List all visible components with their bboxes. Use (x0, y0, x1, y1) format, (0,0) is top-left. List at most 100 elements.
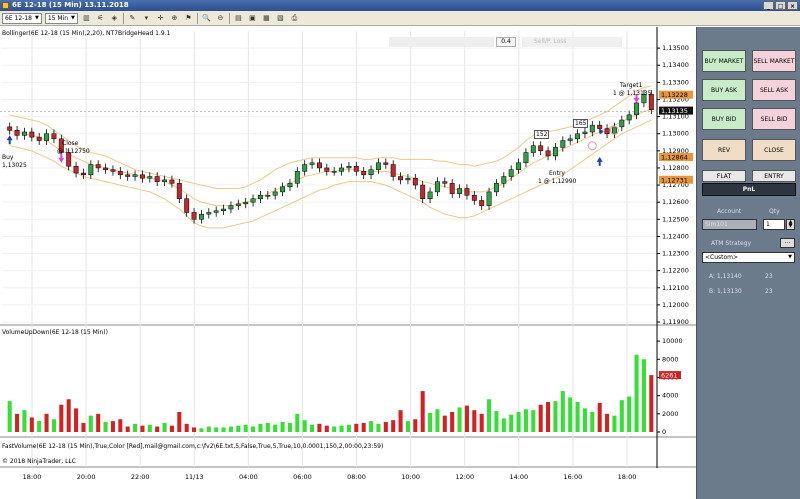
qty-field[interactable]: 1 (763, 219, 785, 230)
strategies-icon[interactable]: ◈ (109, 13, 120, 24)
buy-marker-label: Buy (2, 154, 14, 161)
buy-ask-button[interactable]: BUY ASK (702, 79, 746, 101)
flat-button[interactable]: FLAT (702, 170, 746, 182)
buy-bid-button[interactable]: BUY BID (702, 108, 746, 130)
volume-bar (236, 425, 241, 432)
volume-bar (324, 425, 329, 432)
close-position-button[interactable]: CLOSE (752, 139, 796, 161)
atm-settings-button[interactable]: ... (780, 238, 795, 248)
buy-market-button[interactable]: BUY MARKET (702, 50, 746, 72)
candle-body (110, 169, 116, 172)
signal-circle-icon (587, 141, 597, 151)
volume-bar (295, 413, 300, 432)
maximize-button[interactable]: □ (775, 1, 786, 10)
candle-body (449, 183, 455, 194)
candle-body (162, 179, 168, 182)
candle-body (125, 174, 131, 177)
time-tick-label: 18:00 (618, 473, 637, 481)
candle-body (117, 171, 123, 176)
entry-marker-price: 1 @ 1,12990 (538, 178, 577, 185)
volume-bar (177, 412, 182, 432)
color-icon[interactable]: ▾ (141, 13, 152, 24)
volume-bar (487, 399, 492, 432)
snapshot-icon[interactable]: ▧ (275, 13, 286, 24)
volume-bar (405, 421, 410, 432)
chart-area[interactable]: 18:00 20:00 22:00 11/13 04:00 06:00 08:00 10:00… (0, 27, 696, 499)
time-tick-label: 20:00 (77, 473, 96, 481)
volume-bar (516, 412, 521, 432)
volume-indicator-label: VolumeUpDown(6E 12-18 (15 Min)) (2, 329, 108, 336)
bar-type-icon[interactable]: ▥ (81, 13, 92, 24)
volume-bar (464, 405, 469, 432)
volume-bar (199, 428, 204, 432)
indicators-icon[interactable]: ⚟ (95, 13, 106, 24)
interval-selector[interactable]: 15 Min ▼ (44, 12, 78, 24)
price-indicator-label: Bollinger(6E 12-18 (15 Min),2,20), NT7Br… (2, 30, 171, 37)
volume-bar (81, 422, 86, 432)
candle-body (154, 176, 160, 182)
zoom-icon[interactable]: 🔍 (201, 13, 212, 24)
zoom-out-icon[interactable]: ⊖ (215, 13, 226, 24)
candle-body (375, 162, 381, 170)
candle-body (29, 131, 35, 138)
volume-bar (523, 409, 528, 432)
volume-bar (420, 391, 425, 432)
volume-tick-label: 4000 (662, 392, 679, 400)
sell-ask-button[interactable]: SELL ASK (752, 79, 796, 101)
print-icon[interactable]: ⎙ (289, 13, 300, 24)
volume-tick-label: 10000 (662, 337, 683, 345)
volume-bar (22, 410, 27, 432)
instrument-selector[interactable]: 6E 12-18 ▼ (2, 12, 42, 24)
time-tick-label: 06:00 (293, 473, 312, 481)
volume-tick-label: 2000 (662, 410, 679, 418)
candle-body (626, 114, 632, 121)
volume-bar (7, 401, 12, 432)
candle-body (390, 164, 396, 177)
candle-body (575, 133, 581, 140)
volume-bar (627, 396, 632, 432)
qty-stepper[interactable]: ▲ ▼ (786, 219, 795, 230)
crosshair-icon[interactable]: ⊕ (169, 13, 180, 24)
volume-bar (273, 424, 278, 432)
volume-bar (110, 421, 115, 432)
atm-strategy-select[interactable]: <Custom> ▼ (702, 252, 795, 263)
candle-body (88, 164, 94, 176)
entry-button[interactable]: ENTRY (752, 170, 796, 182)
account-select[interactable]: Sim101 (702, 219, 757, 230)
sell-market-button[interactable]: SELL MARKET (752, 50, 796, 72)
reverse-button[interactable]: REV (702, 139, 746, 161)
chart-trader-icon[interactable]: ▦ (261, 13, 272, 24)
candle-body (198, 213, 204, 220)
buy-marker-price: 1,13025 (2, 162, 27, 169)
price-tick-label: 1,11900 (662, 318, 689, 326)
price-tick-label: 1,12600 (662, 198, 689, 206)
volume-bar (553, 401, 558, 432)
price-tag-label: 1,13135 (661, 107, 688, 115)
volume-bar (103, 422, 108, 432)
draw-icon[interactable]: ✎ (127, 13, 138, 24)
close-window-button[interactable]: × (787, 1, 798, 10)
properties-icon[interactable]: ▤ (233, 13, 244, 24)
flag-icon[interactable]: ⚑ (183, 13, 194, 24)
candle-body (44, 133, 50, 141)
minimize-button[interactable]: _ (763, 1, 774, 10)
sell-bid-button[interactable]: SELL BID (752, 108, 796, 130)
candle-body (147, 176, 153, 179)
candle-body (250, 198, 256, 203)
cursor-icon[interactable]: ✛ (155, 13, 166, 24)
title-bar: 6E 12-18 (15 Min) 13.11.2018 _ □ × (0, 0, 800, 11)
close-arrow-icon (58, 153, 65, 163)
toolbar-divider (196, 12, 198, 24)
candle-body (508, 169, 514, 177)
volume-bar (612, 415, 617, 432)
volume-bar (560, 391, 565, 432)
candle-body (464, 188, 470, 196)
volume-bar (243, 424, 248, 432)
toolbar-divider (228, 12, 230, 24)
volume-bar (221, 427, 226, 432)
candle-body (493, 183, 499, 193)
price-tag-label: 1,12731 (661, 176, 688, 184)
candle-body (80, 172, 86, 176)
candle-body (235, 203, 241, 206)
data-box-icon[interactable]: ▣ (247, 13, 258, 24)
